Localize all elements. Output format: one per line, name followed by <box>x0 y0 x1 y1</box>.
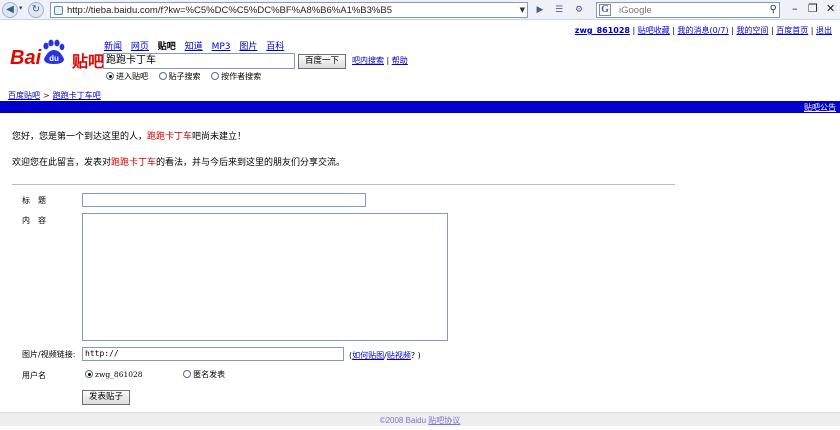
tools-icon[interactable]: ⚙ <box>572 3 586 17</box>
welcome-message: 您好，您是第一个到达这里的人，跑跑卡丁车吧尚未建立！ <box>12 132 247 142</box>
breadcrumb-separator: > <box>43 91 50 100</box>
refresh-icon[interactable]: ↻ <box>28 2 44 18</box>
radio-post-search[interactable]: 贴子搜索 <box>158 72 201 81</box>
tieba-agreement-link[interactable]: 贴吧协议 <box>428 416 460 425</box>
radio-author-search[interactable]: 按作者搜索 <box>211 72 261 81</box>
user-bar: zwg_861028 | 贴吧收藏 | 我的消息(0/7) | 我的空间 | 百… <box>574 26 832 35</box>
close-icon[interactable]: ✕ <box>826 2 835 16</box>
messages-link[interactable]: 我的消息(0/7) <box>678 26 729 35</box>
breadcrumb-root[interactable]: 百度贴吧 <box>8 91 40 100</box>
breadcrumb: 百度贴吧 > 跑跑卡丁车吧 <box>8 90 101 101</box>
username-label: 用户名 <box>22 371 46 380</box>
media-help-links: (如何贴图/贴视频? ) <box>349 351 421 360</box>
address-dropdown-icon[interactable]: ▼ <box>520 6 525 14</box>
radio-checked-icon[interactable] <box>106 72 114 80</box>
svg-text:du: du <box>49 54 59 63</box>
poster-identity-radios: zwg_861028 匿名发表 <box>85 369 233 380</box>
product-nav: 新闻 网页 贴吧 知道 MP3 图片 百科 <box>104 39 290 52</box>
radio-post-anonymous[interactable]: 匿名发表 <box>183 370 225 379</box>
search-tools: 吧内搜索 | 帮助 <box>352 56 408 65</box>
go-icon[interactable]: ▶ <box>533 3 547 17</box>
content-textarea[interactable] <box>82 213 448 341</box>
url-label: 图片/视频链接: <box>22 350 76 359</box>
google-icon: G <box>599 4 611 16</box>
submit-post-button[interactable]: 发表贴子 <box>82 390 130 405</box>
baidu-home-link[interactable]: 百度首页 <box>776 26 808 35</box>
how-to-post-image-link[interactable]: 如何贴图 <box>352 351 384 360</box>
nav-baike[interactable]: 百科 <box>266 42 284 52</box>
invite-message: 欢迎您在此留言，发表对跑跑卡丁车的看法，并与今后来到这里的朋友们分享交流。 <box>12 158 346 168</box>
nav-tieba: 贴吧 <box>157 42 176 52</box>
breadcrumb-current[interactable]: 跑跑卡丁车吧 <box>53 91 101 100</box>
radio-checked-icon[interactable] <box>85 370 93 378</box>
radio-enter-bar[interactable]: 进入贴吧 <box>106 72 148 81</box>
keyword-highlight: 跑跑卡丁车 <box>147 132 193 142</box>
footer: ©2008 Baidu 贴吧协议 <box>0 412 840 426</box>
google-search-placeholder: iGoogle <box>619 5 652 16</box>
page-icon <box>54 6 63 15</box>
radio-unchecked-icon[interactable] <box>183 370 192 378</box>
content-label: 内 容 <box>22 216 46 225</box>
address-bar[interactable]: http://tieba.baidu.com/f?kw=%C5%DC%C5%DC… <box>50 2 528 18</box>
keyword-input[interactable]: 跑跑卡丁车 <box>103 53 295 69</box>
favorites-link[interactable]: 贴吧收藏 <box>638 26 670 35</box>
title-input[interactable] <box>82 193 366 207</box>
search-button[interactable]: 百度一下 <box>298 54 346 69</box>
radio-unchecked-icon[interactable] <box>211 72 220 80</box>
username-link[interactable]: zwg_861028 <box>575 26 630 35</box>
radio-unchecked-icon[interactable] <box>158 72 167 80</box>
divider <box>12 184 675 185</box>
nav-web[interactable]: 网页 <box>131 42 149 52</box>
in-bar-search-link[interactable]: 吧内搜索 <box>352 56 384 65</box>
address-text: http://tieba.baidu.com/f?kw=%C5%DC%C5%DC… <box>67 5 392 16</box>
bar-notice-link[interactable]: 贴吧公告 <box>804 102 836 113</box>
title-label: 标 题 <box>22 196 46 205</box>
search-icon[interactable]: ⚲ <box>770 4 777 15</box>
rss-icon[interactable]: ☰ <box>552 3 566 17</box>
keyword-highlight: 跑跑卡丁车 <box>111 158 157 168</box>
minimize-icon[interactable]: – <box>792 2 798 16</box>
copyright-text: ©2008 Baidu <box>379 416 427 425</box>
google-search-box[interactable]: G iGoogle ⚲ <box>596 2 780 18</box>
search-mode-radios: 进入贴吧 贴子搜索 按作者搜索 <box>106 71 269 82</box>
help-link[interactable]: 帮助 <box>392 56 408 65</box>
blue-header-bar: 贴吧公告 <box>0 101 840 113</box>
radio-post-as-user[interactable]: zwg_861028 <box>85 370 143 379</box>
nav-mp3[interactable]: MP3 <box>212 42 231 52</box>
nav-news[interactable]: 新闻 <box>104 42 122 52</box>
nav-zhidao[interactable]: 知道 <box>185 42 203 52</box>
url-input[interactable]: http:// <box>82 347 344 361</box>
restore-icon[interactable]: ❐ <box>808 2 818 16</box>
nav-image[interactable]: 图片 <box>239 42 257 52</box>
how-to-post-video-link[interactable]: 贴视频 <box>387 351 411 360</box>
my-space-link[interactable]: 我的空间 <box>736 26 768 35</box>
browser-toolbar: ◀ ▾ ↻ http://tieba.baidu.com/f?kw=%C5%DC… <box>0 0 840 20</box>
logout-link[interactable]: 退出 <box>816 26 832 35</box>
back-arrow-icon[interactable]: ◀ <box>2 2 18 18</box>
paw-icon: du <box>43 39 65 64</box>
back-dropdown-icon[interactable]: ▾ <box>19 4 23 12</box>
baidu-tieba-logo[interactable]: Bai du 贴吧 <box>10 39 104 71</box>
